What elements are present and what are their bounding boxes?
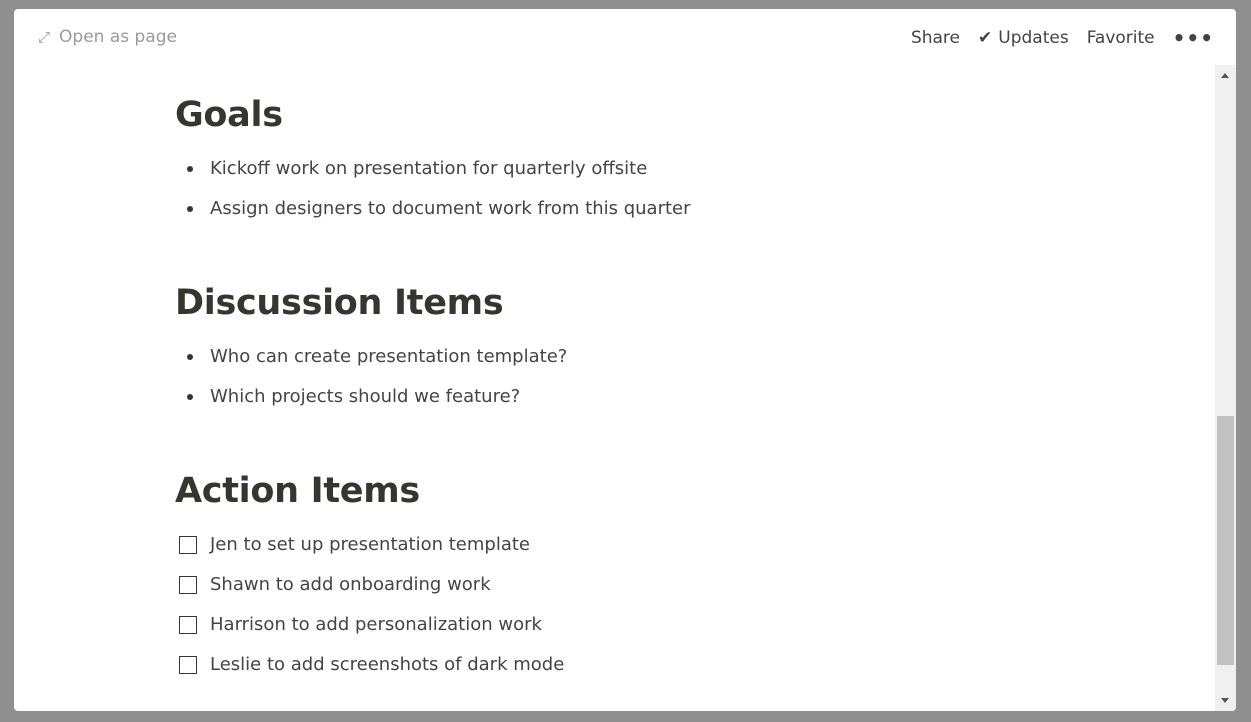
todo-text: Harrison to add personalization work — [210, 614, 542, 635]
todo-checkbox[interactable] — [179, 656, 197, 674]
list-item-text: Who can create presentation template? — [210, 346, 568, 367]
page-peek-modal: ⤢ Open as page Share ✔ Updates Favorite … — [14, 9, 1236, 711]
more-options-icon[interactable]: ••• — [1173, 26, 1214, 50]
todo-checkbox[interactable] — [179, 616, 197, 634]
list-item: Kickoff work on presentation for quarter… — [175, 149, 1175, 189]
share-button[interactable]: Share — [911, 28, 960, 48]
todo-text: Jen to set up presentation template — [210, 534, 531, 555]
todo-checkbox[interactable] — [179, 576, 197, 594]
list-item-text: Assign designers to document work from t… — [210, 198, 691, 219]
list-item: Who can create presentation template? — [175, 337, 1175, 377]
list-item: Which projects should we feature? — [175, 377, 1175, 417]
topbar: ⤢ Open as page Share ✔ Updates Favorite … — [14, 9, 1236, 65]
page-content: Goals Kickoff work on presentation for q… — [175, 89, 1175, 711]
heading-discussion-items: Discussion Items — [175, 283, 504, 323]
list-item-text: Kickoff work on presentation for quarter… — [210, 158, 648, 179]
open-as-page-button[interactable]: ⤢ Open as page — [38, 27, 177, 47]
section-goals: Goals Kickoff work on presentation for q… — [175, 89, 1175, 229]
todo-text: Leslie to add screenshots of dark mode — [210, 654, 565, 675]
updates-button[interactable]: ✔ Updates — [978, 28, 1069, 48]
todo-checkbox[interactable] — [179, 536, 197, 554]
checkmark-icon: ✔ — [978, 28, 993, 48]
todo-text: Shawn to add onboarding work — [210, 574, 491, 595]
expand-arrows-icon: ⤢ — [38, 28, 51, 46]
section-discussion-items: Discussion Items Who can create presenta… — [175, 277, 1175, 417]
bullet-icon — [187, 394, 193, 400]
section-action-items: Action Items Jen to set up presentation … — [175, 465, 1175, 685]
open-as-page-label: Open as page — [59, 27, 177, 47]
updates-label: Updates — [998, 28, 1069, 48]
todo-item: Shawn to add onboarding work — [175, 565, 1175, 605]
heading-goals: Goals — [175, 95, 283, 135]
scrollbar-thumb[interactable] — [1217, 416, 1234, 665]
bullet-icon — [187, 354, 193, 360]
todo-item: Harrison to add personalization work — [175, 605, 1175, 645]
topbar-actions: Share ✔ Updates Favorite ••• — [893, 26, 1214, 50]
scroll-down-arrow-icon[interactable] — [1221, 698, 1229, 703]
list-item: Assign designers to document work from t… — [175, 189, 1175, 229]
vertical-scrollbar[interactable] — [1215, 65, 1236, 711]
heading-action-items: Action Items — [175, 471, 420, 511]
todo-item: Leslie to add screenshots of dark mode — [175, 645, 1175, 685]
list-item-text: Which projects should we feature? — [210, 386, 521, 407]
bullet-icon — [187, 166, 193, 172]
scroll-up-arrow-icon[interactable] — [1221, 73, 1229, 78]
todo-item: Jen to set up presentation template — [175, 525, 1175, 565]
bullet-icon — [187, 206, 193, 212]
favorite-button[interactable]: Favorite — [1087, 28, 1155, 48]
